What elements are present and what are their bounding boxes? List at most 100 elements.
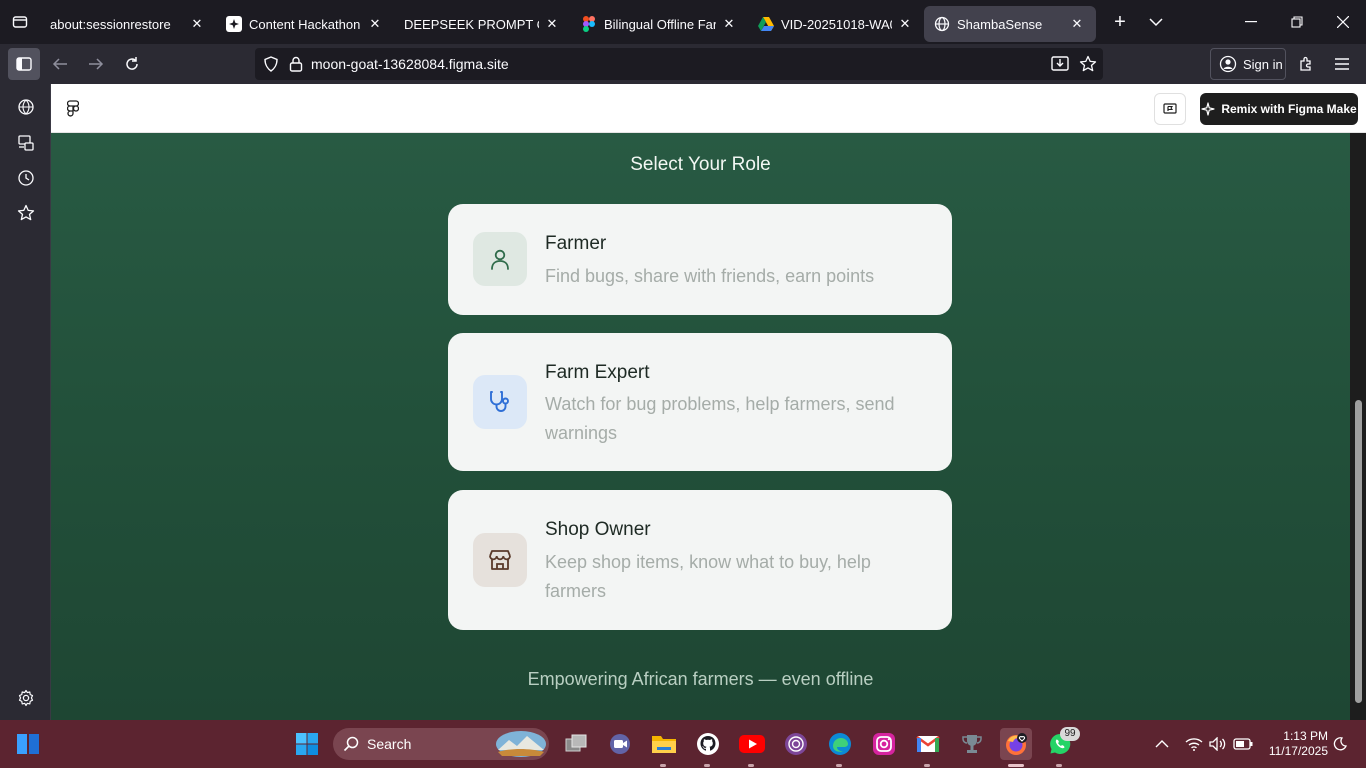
role-title-shop-owner: Shop Owner <box>545 519 651 540</box>
sign-in-label: Sign in <box>1243 56 1283 72</box>
volume-icon[interactable] <box>1208 732 1228 756</box>
navigation-toolbar: moon-goat-13628084.figma.site Sign in <box>0 44 1366 84</box>
page-scrollbar[interactable] <box>1350 133 1366 720</box>
sidebar-toggle-icon[interactable] <box>8 48 40 80</box>
role-description-shop-owner: Keep shop items, know what to buy, help … <box>545 552 871 601</box>
minimize-icon[interactable] <box>1228 0 1274 44</box>
instagram-icon[interactable] <box>868 728 900 760</box>
role-card-farmer[interactable]: Farmer Find bugs, share with friends, ea… <box>448 204 952 315</box>
gmail-icon[interactable] <box>912 728 944 760</box>
whatsapp-notification-badge: 99 <box>1060 727 1080 741</box>
hamburger-menu-icon[interactable] <box>1326 48 1358 80</box>
role-card-shop-owner[interactable]: Shop Owner Keep shop items, know what to… <box>448 490 952 630</box>
farm-expert-icon-box <box>473 375 527 429</box>
do-not-disturb-moon-icon[interactable] <box>1332 732 1348 756</box>
page-content: Remix with Figma Make Select Your Role F… <box>51 84 1366 720</box>
scrollbar-thumb[interactable] <box>1355 400 1362 703</box>
google-drive-favicon-icon <box>758 16 774 32</box>
farmer-icon-box <box>473 232 527 286</box>
lock-icon[interactable] <box>289 56 303 72</box>
search-highlight-image-icon <box>495 730 547 758</box>
file-explorer-icon[interactable] <box>648 728 680 760</box>
running-indicator <box>1056 764 1062 767</box>
role-title-farmer: Farmer <box>545 233 607 254</box>
new-tab-button[interactable]: + <box>1102 4 1138 40</box>
person-icon <box>489 247 511 271</box>
tab-close-icon[interactable]: ✕ <box>366 15 384 33</box>
tor-browser-icon[interactable] <box>780 728 812 760</box>
synced-tabs-icon[interactable] <box>14 131 38 155</box>
clock-time: 1:13 PM <box>1283 729 1328 743</box>
sign-in-button[interactable]: Sign in <box>1210 48 1286 80</box>
tab-bilingual[interactable]: Bilingual Offline Farmir ✕ <box>571 6 748 42</box>
sparkle-favicon-icon <box>226 16 242 32</box>
bookmark-star-icon[interactable] <box>1079 55 1097 73</box>
tab-title: VID-20251018-WA015 <box>781 16 892 32</box>
store-icon <box>487 548 513 572</box>
github-icon[interactable] <box>692 728 724 760</box>
show-hidden-icons-chevron-icon[interactable] <box>1154 732 1170 756</box>
tab-title: DEEPSEEK PROMPT CHECK <box>404 16 539 32</box>
tab-close-icon[interactable]: ✕ <box>896 15 914 33</box>
forward-icon[interactable] <box>80 48 112 80</box>
tab-content-hackathon[interactable]: Content Hackathon | S ✕ <box>216 6 394 42</box>
shambasense-app: Select Your Role Farmer Find bugs, share… <box>51 133 1350 720</box>
figma-logo-icon[interactable] <box>66 100 83 118</box>
url-bar[interactable]: moon-goat-13628084.figma.site <box>255 48 1103 80</box>
teams-meet-icon[interactable] <box>604 728 636 760</box>
tab-deepseek[interactable]: DEEPSEEK PROMPT CHECK ✕ <box>394 6 571 42</box>
tab-close-icon[interactable]: ✕ <box>720 15 738 33</box>
edge-browser-icon[interactable] <box>824 728 856 760</box>
task-view-icon[interactable] <box>560 728 592 760</box>
tab-close-icon[interactable]: ✕ <box>188 15 206 33</box>
tab-close-icon[interactable]: ✕ <box>1068 15 1086 33</box>
back-icon[interactable] <box>44 48 76 80</box>
list-all-tabs-icon[interactable] <box>1138 4 1174 40</box>
tab-sessionrestore[interactable]: about:sessionrestore ✕ <box>40 6 216 42</box>
reload-icon[interactable] <box>116 48 148 80</box>
remix-with-figma-make-button[interactable]: Remix with Figma Make <box>1200 93 1358 125</box>
shop-owner-icon-box <box>473 533 527 587</box>
trophy-app-icon[interactable] <box>956 728 988 760</box>
url-text[interactable]: moon-goat-13628084.figma.site <box>311 56 509 72</box>
search-icon <box>343 736 359 752</box>
shield-icon[interactable] <box>263 56 279 72</box>
wifi-icon[interactable] <box>1184 732 1204 756</box>
settings-gear-icon[interactable] <box>14 686 38 710</box>
role-card-farm-expert[interactable]: Farm Expert Watch for bug problems, help… <box>448 333 952 471</box>
battery-icon[interactable] <box>1232 732 1254 756</box>
tagline: Empowering African farmers — even offlin… <box>527 669 874 689</box>
bookmarks-star-icon[interactable] <box>14 201 38 225</box>
report-flag-button[interactable] <box>1154 93 1186 125</box>
tab-close-icon[interactable]: ✕ <box>543 15 561 33</box>
tab-title: Bilingual Offline Farmir <box>604 16 716 32</box>
running-indicator <box>704 764 710 767</box>
start-windows-icon[interactable] <box>291 728 323 760</box>
tab-title: ShambaSense <box>957 16 1043 32</box>
tab-title: about:sessionrestore <box>50 16 171 32</box>
restore-icon[interactable] <box>1274 0 1320 44</box>
page-title: Select Your Role <box>630 154 771 175</box>
windows-taskbar: Search 99 1:13 PM 11/17/2025 <box>0 720 1366 768</box>
remix-icon <box>1201 102 1215 116</box>
clock-date: 11/17/2025 <box>1268 744 1328 758</box>
extensions-icon[interactable] <box>1290 48 1322 80</box>
firefox-view-icon[interactable] <box>0 0 40 44</box>
taskbar-search-box[interactable]: Search <box>333 728 549 760</box>
firefox-icon[interactable] <box>1000 728 1032 760</box>
history-clock-icon[interactable] <box>14 166 38 190</box>
taskbar-clock[interactable]: 1:13 PM 11/17/2025 <box>1258 729 1328 759</box>
tab-video[interactable]: VID-20251018-WA015 ✕ <box>748 6 924 42</box>
browser-sidebar <box>0 84 51 720</box>
widgets-icon[interactable] <box>12 728 44 760</box>
close-window-icon[interactable] <box>1320 0 1366 44</box>
remix-label: Remix with Figma Make <box>1221 102 1357 116</box>
search-label: Search <box>367 736 412 752</box>
tab-shambasense[interactable]: ShambaSense ✕ <box>924 6 1096 42</box>
globe-favicon-icon <box>934 16 950 32</box>
ai-chatbot-icon[interactable] <box>14 95 38 119</box>
figma-favicon-icon <box>581 16 597 32</box>
youtube-icon[interactable] <box>736 728 768 760</box>
tab-title: Content Hackathon | S <box>249 16 362 32</box>
save-to-pocket-icon[interactable] <box>1051 56 1069 72</box>
